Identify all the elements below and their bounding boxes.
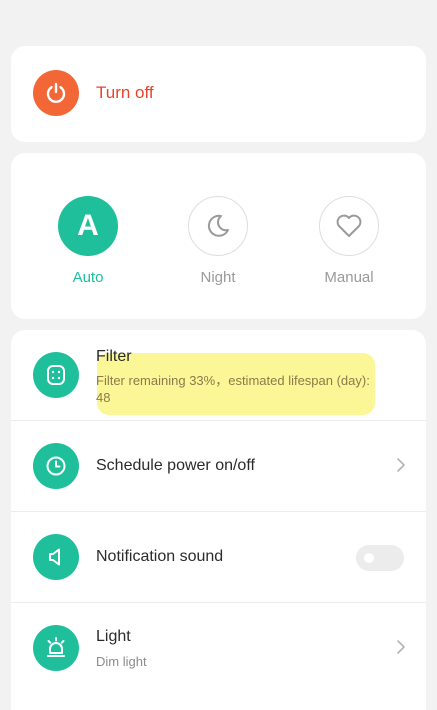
mode-night[interactable]: Night <box>178 196 258 286</box>
power-icon <box>46 82 66 104</box>
schedule-row[interactable]: Schedule power on/off <box>11 421 426 512</box>
chevron-right-icon <box>397 458 405 472</box>
moon-icon <box>207 214 229 237</box>
notification-title: Notification sound <box>96 548 224 565</box>
speaker-icon <box>49 548 60 566</box>
mode-night-label: Night <box>200 269 236 286</box>
toggle-knob <box>364 553 374 563</box>
power-label[interactable]: Turn off <box>96 83 154 103</box>
settings-card: Filter Filter remaining 33%，estimated li… <box>11 330 426 710</box>
clock-icon <box>46 456 66 476</box>
light-icon-circle <box>33 625 79 671</box>
notification-icon-circle <box>33 534 79 580</box>
filter-subtitle: Filter remaining 33%，estimated lifespan … <box>96 373 370 405</box>
mode-auto[interactable]: A Auto <box>48 196 128 286</box>
filter-title: Filter <box>96 348 132 365</box>
mode-night-button[interactable] <box>188 196 248 256</box>
auto-letter-icon: A <box>77 209 99 242</box>
mode-card: A Auto Night Manual <box>11 153 426 319</box>
heart-icon <box>336 214 362 237</box>
mode-manual-button[interactable] <box>319 196 379 256</box>
schedule-icon-circle <box>33 443 79 489</box>
filter-icon <box>47 365 65 385</box>
mode-auto-button[interactable]: A <box>58 196 118 256</box>
light-row[interactable]: Light Dim light <box>11 603 426 694</box>
notification-toggle[interactable] <box>356 545 404 571</box>
filter-icon-circle <box>33 352 79 398</box>
lamp-icon <box>47 637 65 657</box>
power-button[interactable] <box>33 70 79 116</box>
light-subtitle: Dim light <box>96 654 147 669</box>
mode-manual[interactable]: Manual <box>309 196 389 286</box>
power-card: Turn off <box>11 46 426 142</box>
light-title: Light <box>96 628 131 645</box>
mode-manual-label: Manual <box>324 269 374 286</box>
schedule-title: Schedule power on/off <box>96 457 255 474</box>
filter-row[interactable]: Filter Filter remaining 33%，estimated li… <box>11 330 426 421</box>
notification-row: Notification sound <box>11 512 426 603</box>
chevron-right-icon <box>397 640 405 654</box>
mode-auto-label: Auto <box>72 269 104 286</box>
